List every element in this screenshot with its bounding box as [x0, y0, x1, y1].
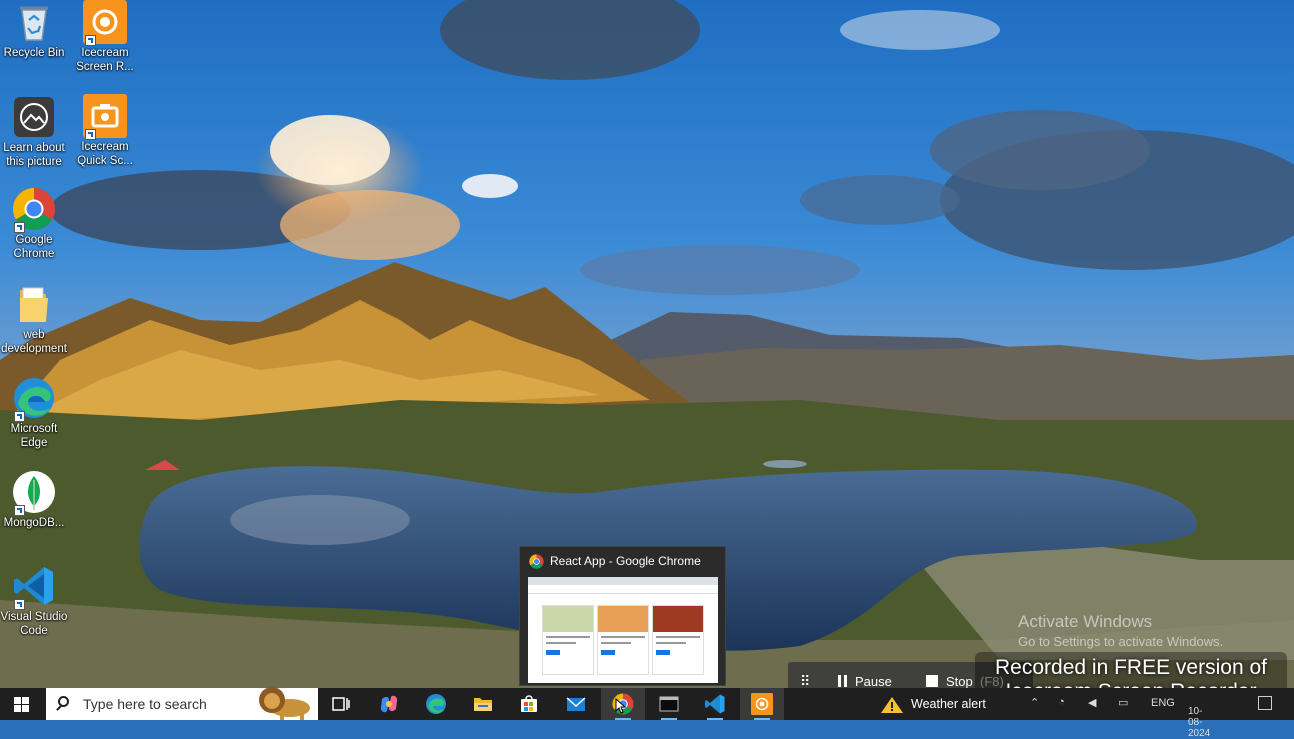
mail-button[interactable]	[554, 688, 598, 720]
icecream-quick-screenshot-icon	[83, 94, 127, 140]
desktop-icon-recycle-bin[interactable]: Recycle Bin	[0, 0, 68, 60]
terminal-icon	[659, 696, 679, 712]
search-input[interactable]: Type here to search	[83, 696, 207, 712]
show-hidden-icons-icon[interactable]: ⌃	[1030, 696, 1039, 709]
language-indicator[interactable]: ENG	[1151, 697, 1175, 709]
desktop-icon-label: MongoDB...	[3, 517, 65, 529]
copilot-button[interactable]	[367, 688, 411, 720]
shortcut-arrow-icon	[85, 35, 96, 46]
volume-icon[interactable]: ◀	[1088, 696, 1096, 709]
activate-windows-subtitle: Go to Settings to activate Windows.	[1018, 634, 1224, 649]
desktop-icon-learn-about-picture[interactable]: Learn about this picture	[0, 95, 68, 169]
recycle-bin-icon	[12, 0, 56, 44]
desktop-icon-label: Visual Studio Code	[0, 611, 68, 637]
browser-tabstrip	[528, 577, 718, 585]
terminal-button[interactable]	[647, 688, 691, 720]
desktop-icon-google-chrome[interactable]: Google Chrome	[0, 187, 68, 261]
desktop-icon-label: Google Chrome	[13, 234, 55, 260]
mouse-cursor-icon	[615, 698, 627, 714]
activate-windows-title: Activate Windows	[1018, 612, 1153, 631]
file-explorer-button[interactable]	[461, 688, 505, 720]
shortcut-arrow-icon	[14, 411, 25, 422]
desktop-icon-label: Icecream Quick Sc...	[77, 141, 133, 167]
learn-about-picture-icon	[12, 95, 56, 139]
desktop-icon-label: Learn about this picture	[3, 142, 65, 168]
watermark-line-1: Recorded in FREE version of	[995, 656, 1267, 679]
chrome-taskbar-button[interactable]	[601, 688, 645, 720]
recipe-card	[542, 605, 594, 675]
desktop-icon-label: Microsoft Edge	[10, 423, 58, 449]
desktop-icon-label: web development	[1, 329, 67, 355]
browser-toolbar	[528, 585, 718, 594]
battery-icon[interactable]: ▭	[1118, 696, 1128, 709]
stop-button[interactable]: Stop	[946, 674, 973, 689]
preview-window-title: React App - Google Chrome	[550, 554, 701, 568]
desktop-icon-mongodb[interactable]: MongoDB...	[0, 470, 68, 530]
shortcut-arrow-icon	[14, 599, 25, 610]
weather-text: Weather alert	[911, 697, 986, 711]
shortcut-arrow-icon	[14, 505, 25, 516]
microsoft-store-icon	[521, 695, 537, 712]
taskbar-thumbnail-preview[interactable]: React App - Google Chrome	[519, 546, 726, 686]
start-button[interactable]	[0, 688, 44, 720]
chrome-icon	[529, 554, 544, 569]
icecream-recorder-taskbar-button[interactable]	[740, 688, 784, 720]
vscode-taskbar-button[interactable]	[693, 688, 737, 720]
desktop-icon-icecream-quick-screenshot[interactable]: Icecream Quick Sc...	[71, 94, 139, 168]
edge-icon	[426, 694, 446, 714]
vscode-icon	[705, 694, 725, 714]
mongodb-icon	[12, 470, 56, 516]
preview-window-snapshot[interactable]	[528, 577, 718, 683]
icecream-screen-recorder-icon	[83, 0, 127, 46]
desktop-icon-label: Recycle Bin	[3, 47, 65, 59]
desktop-icon-label: Icecream Screen R...	[76, 47, 134, 73]
recipe-card	[597, 605, 649, 675]
mail-icon	[566, 697, 586, 711]
warning-icon	[881, 697, 903, 713]
edge-icon	[12, 376, 56, 422]
edge-taskbar-button[interactable]	[414, 688, 458, 720]
desktop-icon-web-development[interactable]: web development	[0, 282, 68, 356]
taskbar: Type here to search Weather alert ⌃ ◔ ◀ …	[0, 687, 1294, 739]
desktop-icon-icecream-screen-recorder[interactable]: Icecream Screen R...	[71, 0, 139, 74]
vscode-icon	[12, 564, 56, 610]
shortcut-arrow-icon	[14, 222, 25, 233]
recipe-card	[652, 605, 704, 675]
pause-icon[interactable]	[838, 675, 847, 687]
task-view-button[interactable]	[319, 688, 363, 720]
clock-date[interactable]: 10-08-2024	[1188, 706, 1210, 739]
search-highlight-icon	[259, 687, 310, 720]
file-explorer-icon	[474, 698, 492, 711]
microsoft-store-button[interactable]	[507, 688, 551, 720]
folder-icon	[12, 282, 56, 326]
stop-icon[interactable]	[926, 675, 938, 687]
network-icon[interactable]: ◔	[1058, 696, 1065, 708]
copilot-icon	[380, 695, 398, 713]
notification-center-icon[interactable]	[1258, 696, 1272, 710]
shortcut-arrow-icon	[85, 129, 96, 140]
taskbar-search-box[interactable]: Type here to search	[46, 687, 318, 720]
desktop-icon-vscode[interactable]: Visual Studio Code	[0, 564, 68, 638]
pause-button[interactable]: Pause	[855, 674, 892, 689]
chrome-icon	[12, 187, 56, 233]
desktop-icon-microsoft-edge[interactable]: Microsoft Edge	[0, 376, 68, 450]
activate-windows-watermark: Activate Windows Go to Settings to activ…	[1018, 612, 1223, 649]
icecream-recorder-icon	[751, 693, 773, 715]
task-view-icon	[332, 697, 350, 711]
search-icon	[58, 696, 69, 707]
